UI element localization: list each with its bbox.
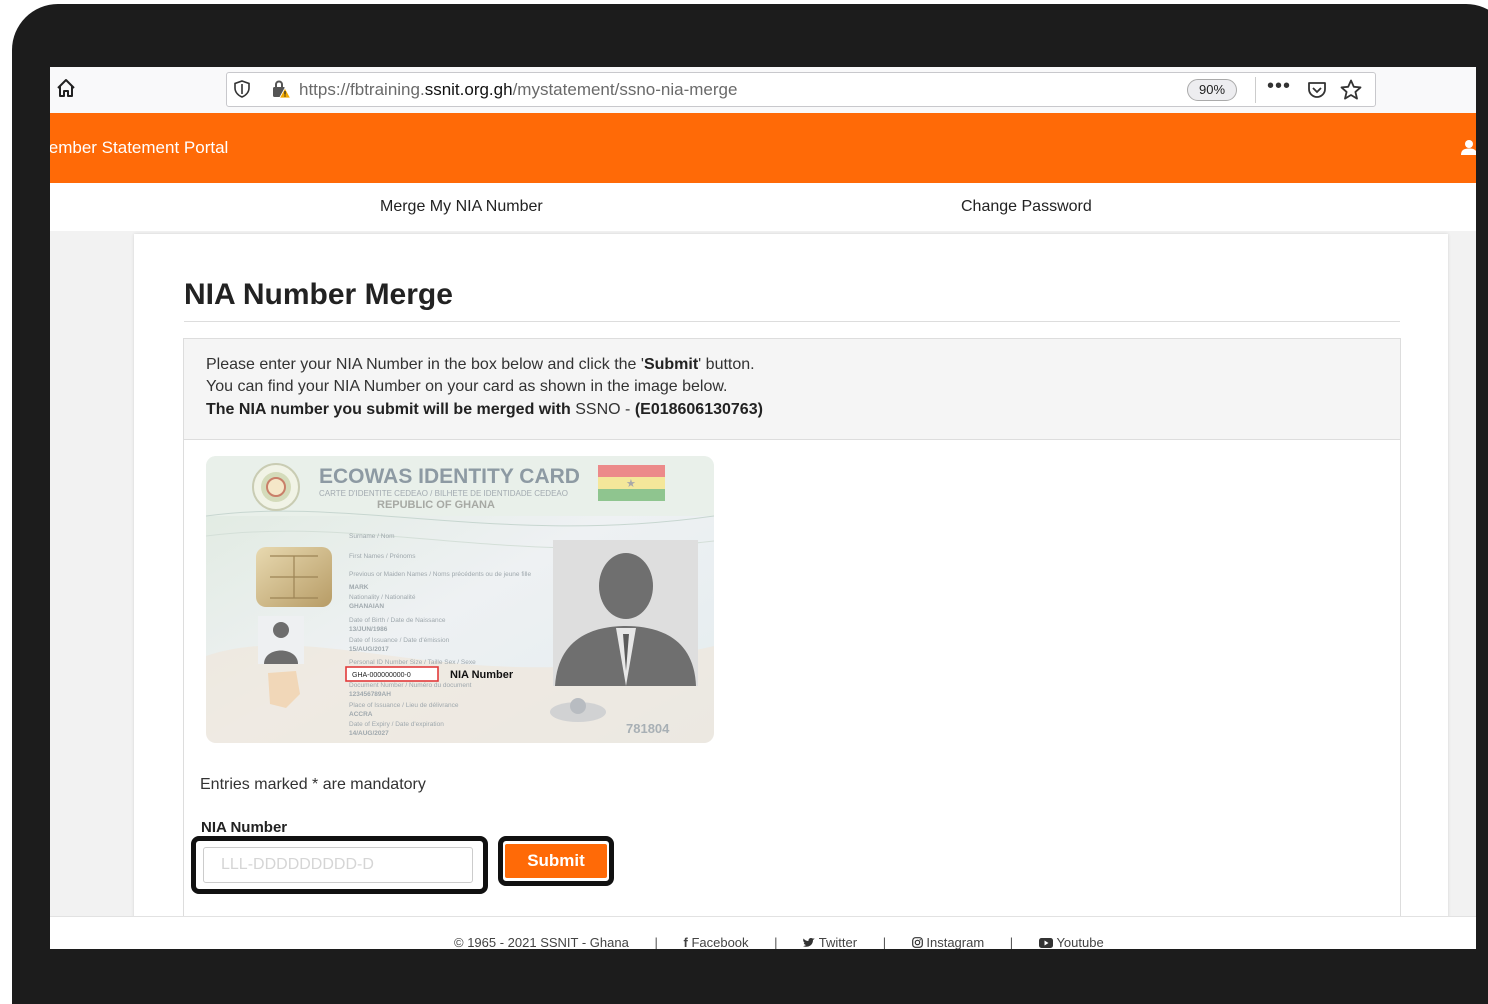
svg-text:Nationality / Nationalité: Nationality / Nationalité	[349, 594, 416, 601]
svg-text:123456789AH: 123456789AH	[349, 691, 391, 698]
svg-text:★: ★	[626, 478, 636, 490]
footer-separator: |	[654, 935, 658, 949]
nia-number-input[interactable]	[203, 847, 473, 883]
twitter-icon	[803, 937, 816, 947]
merge-panel: Please enter your NIA Number in the box …	[183, 338, 1401, 940]
footer-separator: |	[1009, 935, 1014, 949]
url-text[interactable]: https://fbtraining.ssnit.org.gh/mystatem…	[299, 80, 737, 100]
svg-text:Date of Issuance / Date d'émis: Date of Issuance / Date d'émission	[349, 637, 450, 644]
large-portrait	[553, 540, 698, 686]
footer-separator: |	[774, 935, 778, 949]
svg-text:15/AUG/2017: 15/AUG/2017	[349, 646, 389, 653]
footer-instagram-link[interactable]: Instagram	[911, 935, 984, 949]
main-nav: Merge My NIA Number Change Password	[50, 183, 1476, 232]
lock-warning-icon[interactable]	[271, 79, 291, 99]
card-number: 781804	[626, 721, 670, 736]
browser-toolbar: https://fbtraining.ssnit.org.gh/mystatem…	[50, 67, 1476, 114]
facebook-icon: f	[683, 935, 688, 949]
card-country: REPUBLIC OF GHANA	[377, 499, 495, 511]
footer-copyright: © 1965 - 2021 SSNIT - Ghana	[454, 935, 629, 949]
svg-text:Date of Birth / Date de Naissa: Date of Birth / Date de Naissance	[349, 617, 446, 624]
svg-text:MARK: MARK	[349, 584, 369, 591]
url-domain: ssnit.org.gh	[424, 80, 513, 99]
card-title: ECOWAS IDENTITY CARD	[319, 465, 580, 488]
svg-text:Date of Expiry / Date d'expira: Date of Expiry / Date d'expiration	[349, 721, 444, 728]
title-divider	[184, 321, 1400, 322]
portal-title[interactable]: lember Statement Portal	[50, 138, 228, 158]
svg-text:Document Number / Numéro du do: Document Number / Numéro du document	[349, 682, 472, 689]
zoom-badge[interactable]: 90%	[1187, 79, 1237, 101]
nav-merge-nia-number[interactable]: Merge My NIA Number	[380, 198, 543, 216]
ghana-flag: ★	[598, 465, 665, 501]
address-bar[interactable]: https://fbtraining.ssnit.org.gh/mystatem…	[226, 72, 1376, 107]
svg-text:First Names / Prénoms: First Names / Prénoms	[349, 553, 416, 560]
mandatory-note: Entries marked * are mandatory	[200, 776, 426, 793]
pin-sample: GHA-000000000-0	[352, 672, 411, 679]
star-icon[interactable]	[1339, 78, 1363, 102]
instruction-line-3: The NIA number you submit will be merged…	[206, 401, 763, 418]
svg-text:ACCRA: ACCRA	[349, 711, 373, 718]
home-icon[interactable]	[55, 77, 77, 99]
instruction-line-1: Please enter your NIA Number in the box …	[206, 356, 755, 373]
shield-icon[interactable]	[233, 80, 251, 98]
page-footer: © 1965 - 2021 SSNIT - Ghana | f Facebook…	[50, 916, 1476, 949]
svg-text:14/AUG/2027: 14/AUG/2027	[349, 730, 389, 737]
svg-text:13/JUN/1986: 13/JUN/1986	[349, 626, 388, 633]
footer-separator: |	[882, 935, 887, 949]
youtube-icon	[1038, 938, 1053, 948]
ecowas-emblem	[252, 463, 300, 511]
footer-row: © 1965 - 2021 SSNIT - Ghana | f Facebook…	[454, 935, 1104, 949]
more-actions-button[interactable]: •••	[1267, 75, 1291, 98]
nia-number-label: NIA Number	[201, 819, 288, 836]
pocket-icon[interactable]	[1306, 79, 1328, 101]
user-icon[interactable]	[1460, 139, 1476, 155]
footer-facebook-link[interactable]: f Facebook	[683, 935, 748, 949]
nav-change-password[interactable]: Change Password	[961, 198, 1092, 216]
portal-header: lember Statement Portal	[50, 113, 1476, 183]
submit-highlight: Submit	[498, 836, 614, 886]
small-portrait	[258, 616, 304, 664]
svg-text:GHANAIAN: GHANAIAN	[349, 603, 384, 610]
nia-input-highlight	[191, 836, 488, 894]
footer-twitter-link[interactable]: Twitter	[803, 935, 857, 949]
instruction-line-2: You can find your NIA Number on your car…	[206, 378, 728, 395]
pin-callout-label: NIA Number	[450, 669, 514, 681]
footer-youtube-link[interactable]: Youtube	[1038, 935, 1104, 949]
submit-button[interactable]: Submit	[505, 844, 607, 878]
instagram-icon	[911, 937, 923, 948]
svg-text:Previous or Maiden Names / Nom: Previous or Maiden Names / Noms précéden…	[349, 571, 531, 578]
svg-text:Surname / Nom: Surname / Nom	[349, 533, 395, 540]
svg-text:Personal ID Number Size / Ta: Personal ID Number Size / Taille Sex / S…	[349, 659, 476, 666]
card-subtitle: CARTE D'IDENTITE CEDEAO / BILHETE DE IDE…	[319, 489, 568, 498]
instructions-box: Please enter your NIA Number in the box …	[184, 339, 1400, 440]
toolbar-separator	[1255, 77, 1256, 103]
id-card-image: ECOWAS IDENTITY CARD CARTE D'IDENTITE CE…	[206, 456, 714, 743]
content-card: NIA Number Merge Please enter your NIA N…	[134, 234, 1448, 940]
page-title: NIA Number Merge	[184, 278, 453, 311]
svg-text:Place of Issuance / Lieu de dé: Place of Issuance / Lieu de délivrance	[349, 702, 459, 709]
screen: https://fbtraining.ssnit.org.gh/mystatem…	[50, 67, 1476, 949]
